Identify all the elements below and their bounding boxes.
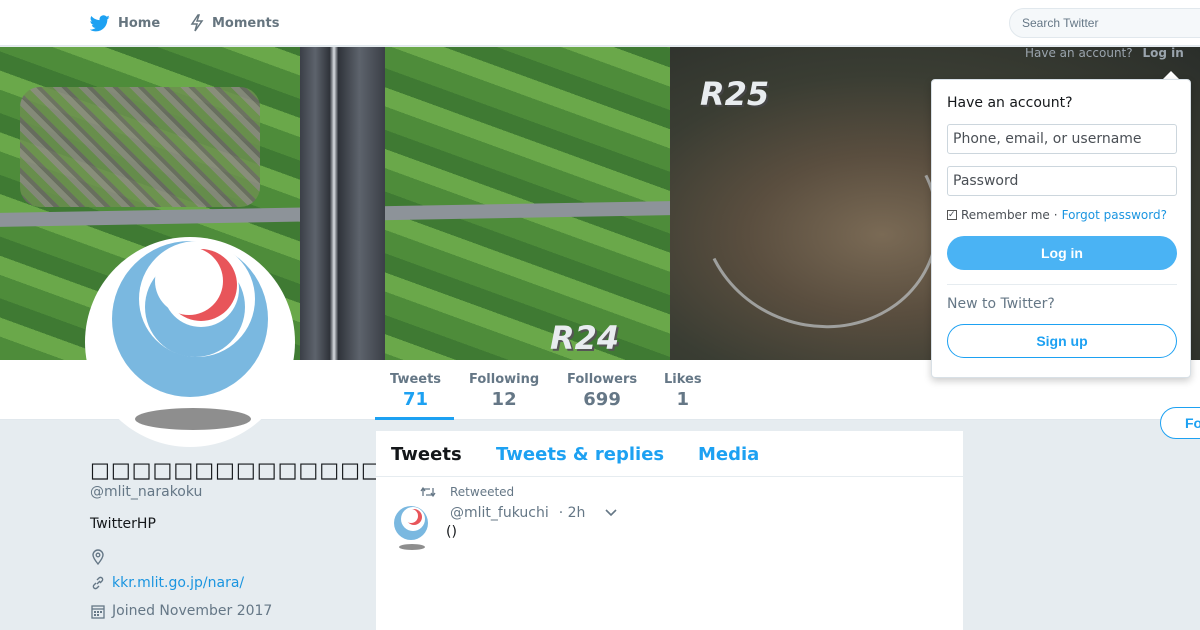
stat-following[interactable]: Following 12	[469, 372, 539, 410]
signup-button[interactable]: Sign up	[947, 324, 1177, 358]
login-dropdown: Have an account? ✓ Remember me · Forgot …	[931, 79, 1191, 378]
have-account-toggle[interactable]: Have an account? Log in	[1025, 46, 1184, 60]
profile-location	[90, 549, 112, 565]
profile-url: kkr.mlit.go.jp/nara/	[90, 575, 244, 591]
mlit-logo-icon	[112, 241, 268, 430]
twitter-bird-icon	[90, 14, 110, 31]
tab-media[interactable]: Media	[698, 444, 759, 465]
retweet-label: Retweeted	[450, 485, 515, 499]
stat-likes[interactable]: Likes 1	[664, 372, 702, 410]
tweet-author-handle[interactable]: @mlit_fukuchi	[450, 505, 549, 521]
login-button[interactable]: Log in	[947, 236, 1177, 270]
timeline-tabs: Tweets Tweets & replies Media	[376, 431, 963, 477]
nav-moments-link[interactable]: Moments	[190, 0, 279, 46]
nav-moments-label: Moments	[212, 15, 280, 31]
stat-likes-value: 1	[676, 389, 690, 410]
profile-avatar[interactable]	[85, 237, 295, 447]
timeline: Tweets Tweets & replies Media Retweeted …	[376, 431, 963, 630]
follow-button[interactable]: Fo	[1160, 407, 1200, 439]
stat-followers-label: Followers	[567, 372, 638, 387]
stat-tweets-label: Tweets	[390, 372, 442, 387]
calendar-icon	[91, 605, 105, 619]
lightning-icon	[190, 14, 204, 32]
profile-name[interactable]: □□□□□□□□□□□□□□	[90, 458, 382, 482]
nav-home-label: Home	[118, 15, 161, 31]
profile-joined-text: Joined November 2017	[112, 603, 273, 619]
username-field[interactable]	[947, 124, 1177, 154]
banner-village	[20, 87, 260, 207]
remember-me-label[interactable]: Remember me	[961, 208, 1050, 222]
active-stat-underline	[375, 417, 454, 420]
password-field[interactable]	[947, 166, 1177, 196]
have-account-text: Have an account?	[1025, 46, 1133, 60]
stat-followers[interactable]: Followers 699	[567, 372, 637, 410]
remember-me-row: ✓ Remember me · Forgot password?	[947, 208, 1167, 222]
link-icon	[92, 576, 104, 590]
banner-label-r24: R24	[550, 319, 620, 357]
banner-highway	[300, 47, 385, 360]
tweet-timestamp[interactable]: · 2h	[559, 505, 586, 521]
retweet-context: Retweeted	[420, 485, 514, 499]
stat-followers-value: 699	[583, 389, 621, 410]
tab-tweets[interactable]: Tweets	[391, 444, 462, 465]
top-navigation-bar: Home Moments	[0, 0, 1200, 46]
login-dropdown-caret	[1163, 71, 1179, 79]
profile-url-link[interactable]: kkr.mlit.go.jp/nara/	[112, 575, 244, 591]
banner-label-r25: R25	[700, 75, 770, 113]
stat-tweets-value: 71	[402, 389, 429, 410]
profile-joined: Joined November 2017	[90, 603, 272, 619]
chevron-down-icon[interactable]	[605, 509, 617, 517]
tab-tweets-replies[interactable]: Tweets & replies	[496, 444, 664, 465]
stat-tweets[interactable]: Tweets 71	[390, 372, 441, 410]
login-title: Have an account?	[947, 95, 1073, 111]
tweet-avatar[interactable]	[390, 506, 432, 552]
profile-handle[interactable]: @mlit_narakoku	[90, 484, 202, 500]
nav-home-link[interactable]: Home	[90, 0, 160, 46]
remember-separator: ·	[1053, 208, 1058, 222]
login-divider	[947, 284, 1177, 285]
remember-me-checkbox[interactable]: ✓	[947, 210, 957, 220]
search-input[interactable]	[1009, 8, 1200, 38]
location-pin-icon	[92, 549, 104, 565]
forgot-password-link[interactable]: Forgot password?	[1062, 208, 1167, 222]
stat-following-value: 12	[491, 389, 517, 410]
profile-bio: TwitterHP	[90, 516, 156, 532]
retweet-icon	[420, 486, 436, 498]
tweet-header: @mlit_fukuchi · 2h	[450, 505, 617, 521]
new-to-twitter-label: New to Twitter?	[947, 296, 1055, 312]
stat-following-label: Following	[469, 372, 540, 387]
tweet-text: ()	[446, 524, 457, 540]
stat-likes-label: Likes	[664, 372, 702, 387]
login-toggle-link[interactable]: Log in	[1142, 46, 1183, 60]
